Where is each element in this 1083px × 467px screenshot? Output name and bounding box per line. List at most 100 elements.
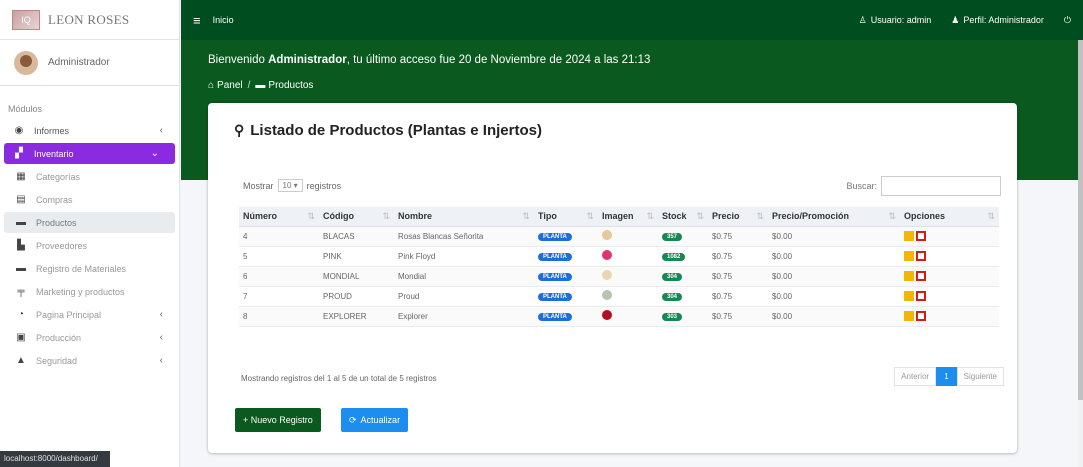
profile-link[interactable]: ♟ Perfil: Administrador bbox=[951, 15, 1044, 26]
cell-stock: 1082 bbox=[658, 246, 708, 267]
user-link[interactable]: ♙ Usuario: admin bbox=[859, 15, 932, 26]
chevron-left-icon: ‹ bbox=[159, 309, 163, 320]
new-record-button[interactable]: + Nuevo Registro bbox=[235, 408, 321, 432]
list-icon: ▬ bbox=[255, 80, 266, 91]
brand[interactable]: IQ LEON ROSES bbox=[0, 0, 179, 40]
col-codigo[interactable]: Código ⇅ bbox=[319, 207, 394, 227]
edit-icon[interactable] bbox=[904, 231, 914, 241]
edit-icon[interactable] bbox=[904, 291, 914, 301]
cell-opciones bbox=[900, 246, 999, 267]
welcome-message: Bienvenido Administrador, tu último acce… bbox=[208, 54, 650, 66]
sidebar-item-proveedores[interactable]: ▙ Proveedores bbox=[0, 235, 179, 256]
user-name: Administrador bbox=[48, 57, 110, 68]
col-precio-promocion[interactable]: Precio/Promoción ⇅ bbox=[768, 207, 900, 227]
cell-precio: $0.75 bbox=[708, 226, 768, 247]
status-url: localhost:8000/dashboard/ bbox=[0, 451, 110, 467]
breadcrumb-panel[interactable]: Panel bbox=[217, 80, 243, 91]
delete-icon[interactable] bbox=[916, 311, 926, 321]
cell-precio: $0.75 bbox=[708, 306, 768, 327]
pagination-page-1[interactable]: 1 bbox=[936, 367, 957, 386]
sidebar-item-categorias[interactable]: ▦ Categorías bbox=[0, 166, 179, 187]
cell-numero: 8 bbox=[239, 306, 319, 327]
power-icon[interactable]: ⏻ bbox=[1064, 15, 1071, 26]
cell-codigo: PROUD bbox=[319, 286, 394, 307]
table-row: 5 PINK Pink Floyd PLANTA 1082 $0.75 $0.00 bbox=[239, 246, 999, 267]
type-badge: PLANTA bbox=[538, 313, 572, 321]
delete-icon[interactable] bbox=[916, 271, 926, 281]
list-icon: ▬ bbox=[16, 217, 26, 228]
col-label: Número bbox=[243, 211, 278, 222]
cell-promo: $0.00 bbox=[768, 266, 900, 287]
search-input[interactable] bbox=[881, 176, 1001, 196]
pagination-next[interactable]: Siguiente bbox=[956, 367, 1004, 386]
cell-stock: 304 bbox=[658, 286, 708, 307]
table-info: Mostrando registros del 1 al 5 de un tot… bbox=[241, 374, 437, 383]
cell-opciones bbox=[900, 266, 999, 287]
nav-header: Módulos bbox=[8, 104, 43, 114]
sidebar-item-label: Inventario bbox=[34, 148, 74, 159]
product-thumbnail[interactable] bbox=[602, 250, 612, 260]
col-label: Precio bbox=[712, 211, 740, 222]
cell-imagen bbox=[598, 306, 658, 327]
sort-icon: ⇅ bbox=[987, 211, 995, 222]
sidebar-item-productos[interactable]: ▬ Productos bbox=[4, 212, 175, 233]
sidebar-item-informes[interactable]: ◉ Informes ‹ bbox=[0, 120, 179, 141]
cell-opciones bbox=[900, 226, 999, 247]
scrollbar-thumb[interactable] bbox=[1078, 40, 1083, 400]
sidebar-item-marketing[interactable]: ╤ Marketing y productos bbox=[0, 281, 179, 302]
delete-icon[interactable] bbox=[916, 231, 926, 241]
edit-icon[interactable] bbox=[904, 251, 914, 261]
page-length-select[interactable]: 10 ▾ bbox=[277, 179, 303, 192]
product-thumbnail[interactable] bbox=[602, 310, 612, 320]
cell-numero: 4 bbox=[239, 226, 319, 247]
sidebar-item-label: Informes bbox=[34, 125, 70, 136]
col-imagen[interactable]: Imagen ⇅ bbox=[598, 207, 658, 227]
sidebar-item-inventario[interactable]: ▞ Inventario ⌄ bbox=[4, 143, 175, 164]
sidebar-item-label: Pagina Principal bbox=[36, 309, 102, 320]
breadcrumb-current: Productos bbox=[268, 80, 314, 91]
col-opciones[interactable]: Opciones ⇅ bbox=[900, 207, 999, 227]
cell-promo: $0.00 bbox=[768, 306, 900, 327]
sort-icon: ⇅ bbox=[382, 211, 390, 222]
users-icon: ♟ bbox=[951, 14, 960, 25]
chevron-left-icon: ‹ bbox=[159, 332, 163, 343]
col-nombre[interactable]: Nombre ⇅ bbox=[394, 207, 534, 227]
col-precio[interactable]: Precio ⇅ bbox=[708, 207, 768, 227]
col-stock[interactable]: Stock ⇅ bbox=[658, 207, 708, 227]
col-tipo[interactable]: Tipo ⇅ bbox=[534, 207, 598, 227]
sidebar-item-pagina-principal[interactable]: ◔ Pagina Principal ‹ bbox=[0, 304, 179, 325]
sidebar-item-registro-materiales[interactable]: ▬ Registro de Materiales bbox=[0, 258, 179, 279]
cell-imagen bbox=[598, 246, 658, 267]
product-thumbnail[interactable] bbox=[602, 290, 612, 300]
refresh-button[interactable]: ⟳ Actualizar bbox=[341, 408, 409, 432]
stock-badge: 303 bbox=[662, 313, 683, 321]
delete-icon[interactable] bbox=[916, 291, 926, 301]
nav-home-link[interactable]: Inicio bbox=[213, 15, 234, 25]
type-badge: PLANTA bbox=[538, 273, 572, 281]
sidebar-item-produccion[interactable]: ▣ Producción ‹ bbox=[0, 327, 179, 348]
delete-icon[interactable] bbox=[916, 251, 926, 261]
cell-numero: 5 bbox=[239, 246, 319, 267]
col-numero[interactable]: Número ⇅ bbox=[239, 207, 319, 227]
col-label: Imagen bbox=[602, 211, 634, 222]
sort-icon: ⇅ bbox=[696, 211, 704, 222]
sidebar-item-compras[interactable]: ▤ Compras bbox=[0, 189, 179, 210]
user-panel[interactable]: Administrador bbox=[0, 40, 179, 86]
hamburger-menu-icon[interactable]: ≡ bbox=[193, 13, 201, 28]
pagination-prev[interactable]: Anterior bbox=[894, 367, 937, 386]
edit-icon[interactable] bbox=[904, 311, 914, 321]
col-label: Stock bbox=[662, 211, 687, 222]
brand-logo: IQ bbox=[12, 9, 40, 30]
product-thumbnail[interactable] bbox=[602, 230, 612, 240]
cell-stock: 303 bbox=[658, 306, 708, 327]
sidebar-item-label: Seguridad bbox=[36, 355, 78, 366]
edit-icon[interactable] bbox=[904, 271, 914, 281]
cell-precio: $0.75 bbox=[708, 246, 768, 267]
cell-precio: $0.75 bbox=[708, 286, 768, 307]
scrollbar[interactable] bbox=[1078, 40, 1083, 467]
show-prefix: Mostrar bbox=[243, 180, 274, 191]
product-thumbnail[interactable] bbox=[602, 270, 612, 280]
cell-numero: 6 bbox=[239, 266, 319, 287]
stock-badge: 357 bbox=[662, 233, 683, 241]
sidebar-item-seguridad[interactable]: ▲ Seguridad ‹ bbox=[0, 350, 179, 371]
